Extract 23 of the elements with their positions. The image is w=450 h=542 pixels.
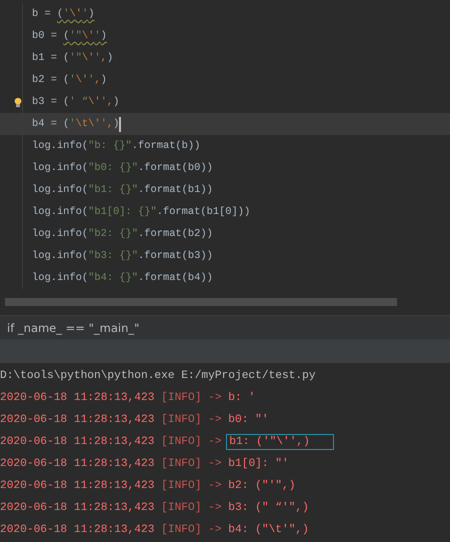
code-text: log.info("b1: {}".format(b1)) — [32, 184, 213, 196]
code-text: log.info("b3: {}".format(b3)) — [32, 250, 213, 262]
code-text: b1 = ('"\'',) — [32, 52, 114, 64]
code-text: b4 = ('\t\'',) — [32, 118, 120, 130]
code-text: b2 = ('\'',) — [32, 74, 107, 86]
code-text: b0 = ('"\'') — [32, 30, 107, 42]
breadcrumb[interactable]: if _name_ == "_main_" — [7, 320, 140, 334]
log-line: 2020-06-18 11:28:13,423 [INFO] -> b4: ("\t'",) — [0, 522, 310, 538]
code-text: b = ('\'') — [32, 8, 94, 20]
log-line: 2020-06-18 11:28:13,423 [INFO] -> b1[0]: "' — [0, 456, 290, 472]
log-line: 2020-06-18 11:28:13,423 [INFO] -> b0: "' — [0, 412, 270, 428]
console-command: D:\tools\python\python.exe E:/myProject/test.py — [0, 368, 317, 384]
code-text: b3 = (' “\'',) — [32, 96, 120, 108]
code-text: log.info("b2: {}".format(b2)) — [32, 228, 213, 240]
code-text: log.info("b1[0]: {}".format(b1[0])) — [32, 206, 250, 218]
code-text: log.info("b4: {}".format(b4)) — [32, 272, 213, 284]
code-text: log.info("b: {}".format(b)) — [32, 140, 200, 152]
log-line: 2020-06-18 11:28:13,423 [INFO] -> b1: ('"\'',) — [0, 431, 450, 453]
log-line: 2020-06-18 11:28:13,423 [INFO] -> b: ' — [0, 390, 256, 406]
code-text: log.info("b0: {}".format(b0)) — [32, 162, 213, 174]
log-line: 2020-06-18 11:28:13,423 [INFO] -> b2: ("'",) — [0, 478, 296, 494]
log-line: 2020-06-18 11:28:13,423 [INFO] -> b3: (" “'",) — [0, 500, 310, 516]
scrollbar-thumb[interactable] — [5, 298, 397, 306]
